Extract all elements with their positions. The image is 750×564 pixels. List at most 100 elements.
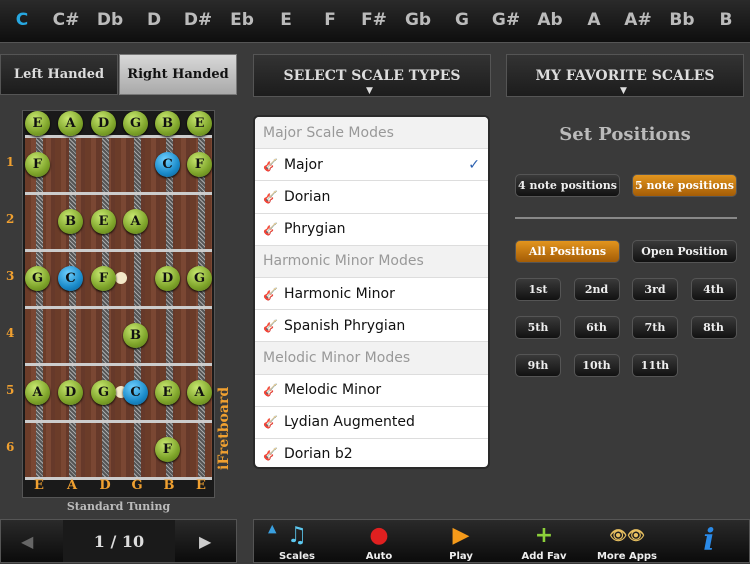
scale-note[interactable]: A bbox=[123, 208, 148, 234]
open-string-note[interactable]: A bbox=[58, 111, 83, 136]
fret-number: 2 bbox=[6, 211, 15, 226]
string-label: D bbox=[99, 478, 111, 493]
scale-option-melodic-minor[interactable]: 🎸 Melodic Minor bbox=[255, 375, 488, 407]
position-5th-button[interactable]: 5th bbox=[515, 316, 561, 339]
play-button[interactable]: ▶ Play bbox=[426, 520, 496, 564]
scale-note[interactable]: D bbox=[58, 379, 83, 405]
inlay-dot bbox=[115, 271, 127, 284]
more-apps-button[interactable]: 👁👁 More Apps bbox=[592, 520, 662, 564]
scale-note[interactable]: F bbox=[155, 436, 180, 462]
scale-option-lydian-augmented[interactable]: 🎸 Lydian Augmented bbox=[255, 407, 488, 439]
fret-wire bbox=[25, 192, 212, 195]
add-fav-button[interactable]: + Add Fav bbox=[509, 520, 579, 564]
key-bb[interactable]: Bb bbox=[660, 10, 704, 30]
fretboard[interactable]: EADGBEFCFBEAGCFDGBADGCEAFEADGBE bbox=[22, 110, 215, 498]
scale-note[interactable]: D bbox=[155, 265, 180, 291]
scale-note[interactable]: E bbox=[91, 208, 116, 234]
scale-note[interactable]: G bbox=[187, 265, 212, 291]
position-7th-button[interactable]: 7th bbox=[632, 316, 678, 339]
position-6th-button[interactable]: 6th bbox=[573, 316, 620, 339]
key-e[interactable]: E bbox=[264, 10, 308, 30]
fret-wire bbox=[25, 363, 212, 366]
scale-option-dorian[interactable]: 🎸 Dorian bbox=[255, 181, 488, 214]
bottom-toolbar: ♫ Scales ● Auto ▶ Play + Add Fav 👁👁 More Apps i ▲ bbox=[253, 519, 750, 563]
fret-number: 1 bbox=[6, 154, 15, 169]
key-c-sharp[interactable]: C# bbox=[44, 10, 88, 30]
guitar-icon: 🎸 bbox=[263, 222, 278, 237]
key-db[interactable]: Db bbox=[88, 10, 132, 30]
scale-option-spanish-phrygian[interactable]: 🎸 Spanish Phrygian bbox=[255, 310, 488, 343]
scale-note[interactable]: F bbox=[187, 151, 212, 177]
key-a-sharp[interactable]: A# bbox=[616, 10, 660, 30]
position-10th-button[interactable]: 10th bbox=[573, 354, 620, 377]
4-note-positions-button[interactable]: 4 note positions bbox=[515, 174, 620, 197]
scale-note[interactable]: G bbox=[25, 265, 50, 291]
open-string-note[interactable]: E bbox=[187, 111, 212, 136]
all-positions-button[interactable]: All Positions bbox=[515, 240, 620, 263]
guitar-icon: 🎸 bbox=[263, 157, 278, 172]
scale-note[interactable]: F bbox=[91, 265, 116, 291]
left-handed-button[interactable]: Left Handed bbox=[0, 54, 118, 95]
brand-logo-text: iFretboard bbox=[216, 386, 232, 470]
position-2nd-button[interactable]: 2nd bbox=[573, 278, 620, 301]
guitar-icon: 🎸 bbox=[263, 383, 278, 398]
fret-number: 6 bbox=[6, 439, 15, 454]
scale-option-harmonic-minor[interactable]: 🎸 Harmonic Minor bbox=[255, 278, 488, 311]
dropdown-section-header: Major Scale Modes bbox=[255, 117, 488, 150]
scale-note[interactable]: A bbox=[25, 379, 50, 405]
position-4th-button[interactable]: 4th bbox=[690, 278, 737, 301]
scale-types-label: SELECT SCALE TYPES bbox=[283, 67, 461, 84]
key-b[interactable]: B bbox=[704, 10, 748, 30]
scale-note[interactable]: G bbox=[91, 379, 116, 405]
key-d[interactable]: D bbox=[132, 10, 176, 30]
key-ab[interactable]: Ab bbox=[528, 10, 572, 30]
scale-option-dorian-b2[interactable]: 🎸 Dorian b2 bbox=[255, 439, 488, 467]
key-a[interactable]: A bbox=[572, 10, 616, 30]
auto-button[interactable]: ● Auto bbox=[344, 520, 414, 564]
open-string-note[interactable]: E bbox=[25, 111, 50, 136]
position-9th-button[interactable]: 9th bbox=[515, 354, 561, 377]
key-gb[interactable]: Gb bbox=[396, 10, 440, 30]
scale-option-phrygian[interactable]: 🎸 Phrygian bbox=[255, 214, 488, 246]
favorites-label: MY FAVORITE SCALES bbox=[535, 67, 715, 84]
prev-page-button[interactable]: ◀ bbox=[21, 532, 33, 551]
toolbar-label: More Apps bbox=[596, 551, 658, 562]
key-f[interactable]: F bbox=[308, 10, 352, 30]
page-indicator: 1 / 10 bbox=[63, 520, 175, 562]
eyes-icon: 👁👁 bbox=[609, 528, 645, 544]
info-icon: i bbox=[703, 523, 715, 558]
info-button[interactable]: i bbox=[674, 520, 744, 564]
scale-option-label: Lydian Augmented bbox=[283, 414, 415, 431]
dropdown-section-header: Melodic Minor Modes bbox=[255, 342, 488, 375]
5-note-positions-button[interactable]: 5 note positions bbox=[632, 174, 737, 197]
scale-note[interactable]: E bbox=[155, 379, 180, 405]
scale-note[interactable]: F bbox=[25, 151, 50, 177]
position-1st-button[interactable]: 1st bbox=[515, 278, 561, 301]
key-eb[interactable]: Eb bbox=[220, 10, 264, 30]
position-3rd-button[interactable]: 3rd bbox=[632, 278, 678, 301]
key-g-sharp[interactable]: G# bbox=[484, 10, 528, 30]
position-8th-button[interactable]: 8th bbox=[690, 316, 737, 339]
fretboard-wood bbox=[25, 135, 212, 480]
scale-note[interactable]: B bbox=[123, 322, 148, 348]
string-label: B bbox=[163, 478, 175, 493]
key-c[interactable]: C bbox=[0, 10, 44, 30]
open-string-note[interactable]: B bbox=[155, 111, 180, 136]
key-g[interactable]: G bbox=[440, 10, 484, 30]
open-string-note[interactable]: G bbox=[123, 111, 148, 136]
scale-note[interactable]: B bbox=[58, 208, 83, 234]
divider bbox=[515, 217, 737, 219]
guitar-icon: 🎸 bbox=[263, 189, 278, 204]
key-d-sharp[interactable]: D# bbox=[176, 10, 220, 30]
key-f-sharp[interactable]: F# bbox=[352, 10, 396, 30]
scale-option-major[interactable]: 🎸 Major ✓ bbox=[255, 149, 488, 182]
right-handed-button[interactable]: Right Handed bbox=[119, 54, 237, 95]
scale-note[interactable]: C bbox=[58, 265, 83, 291]
fret-wire bbox=[25, 306, 212, 309]
open-position-button[interactable]: Open Position bbox=[632, 240, 737, 263]
position-11th-button[interactable]: 11th bbox=[632, 354, 678, 377]
next-page-button[interactable]: ▶ bbox=[199, 532, 211, 551]
scale-note[interactable]: C bbox=[155, 151, 180, 177]
open-string-note[interactable]: D bbox=[91, 111, 116, 136]
scale-note[interactable]: C bbox=[123, 379, 148, 405]
